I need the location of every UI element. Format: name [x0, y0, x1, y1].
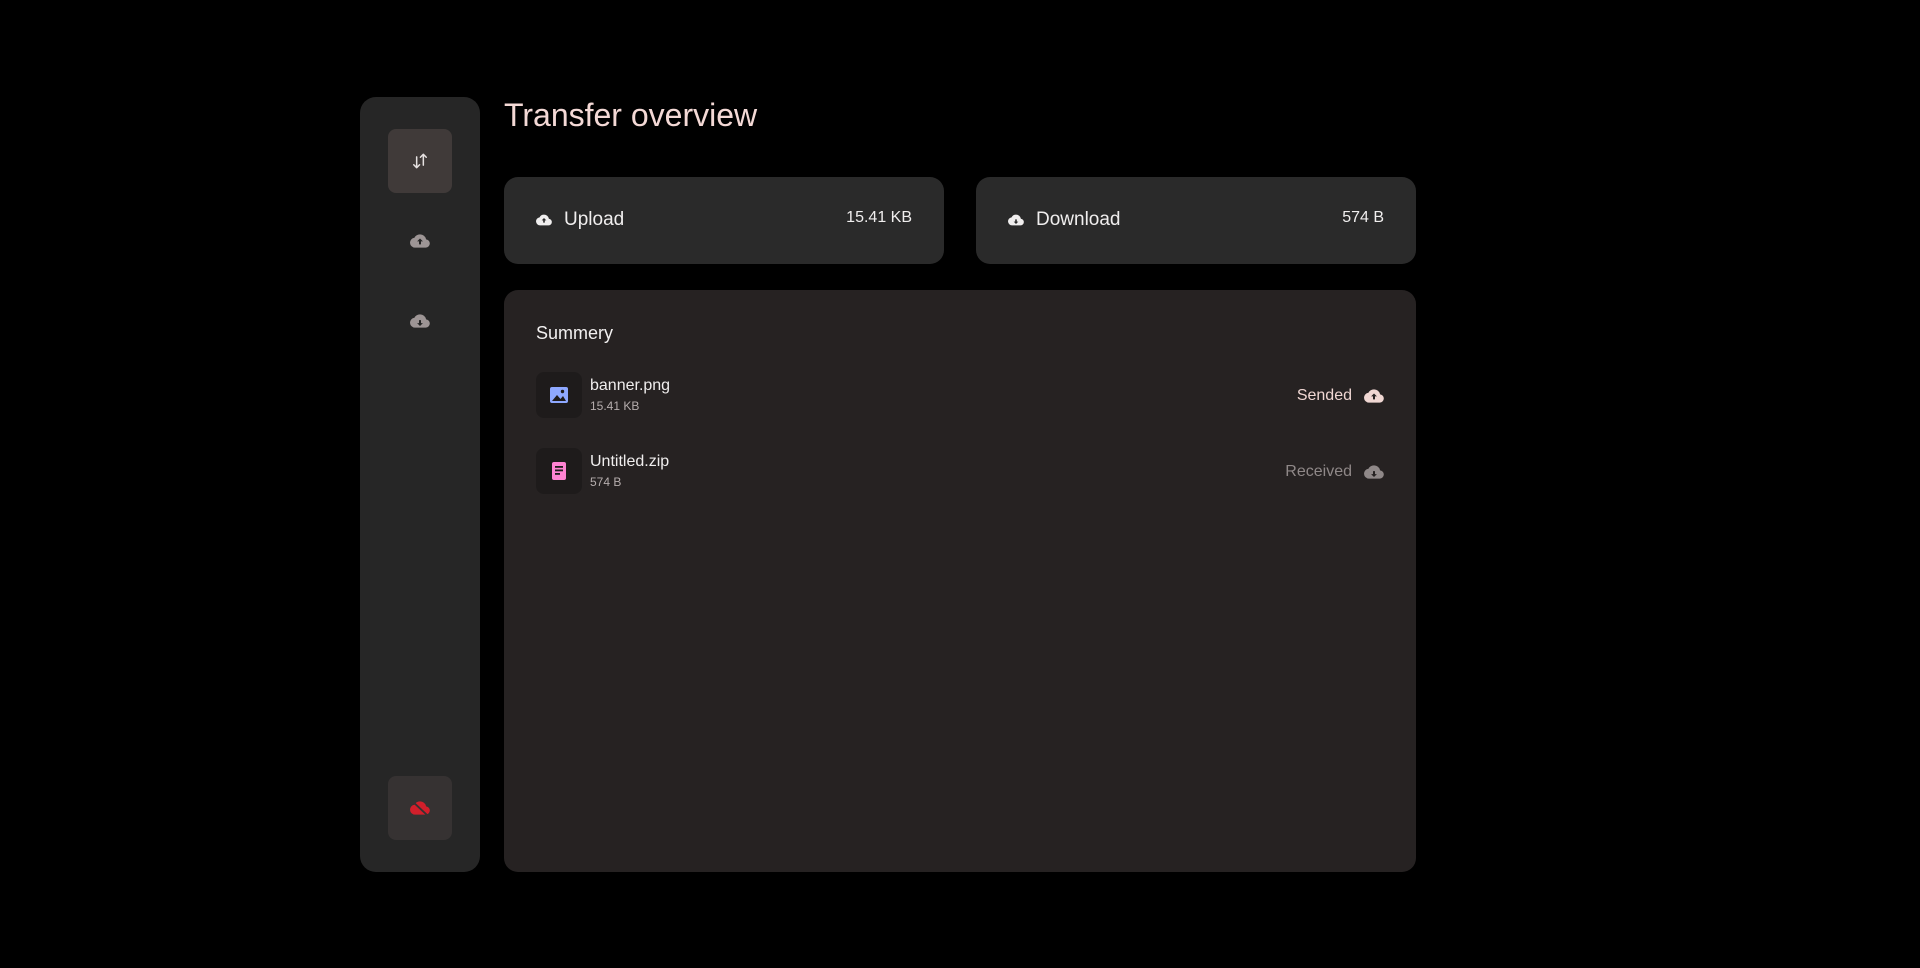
summary-panel: Summery banner.png 15.41 KB Sended Untit… [504, 290, 1416, 872]
download-stat-card: Download 574 B [976, 177, 1416, 264]
swap-vertical-icon [413, 153, 427, 169]
upload-value: 15.41 KB [846, 209, 912, 226]
file-icon-container [536, 448, 582, 494]
cloud-download-icon [1364, 465, 1384, 479]
cloud-upload-icon [410, 234, 430, 248]
file-status: Received [1285, 462, 1384, 482]
file-size: 574 B [590, 475, 622, 489]
file-status: Sended [1297, 386, 1384, 406]
upload-label: Upload [564, 209, 625, 230]
disconnect-button[interactable] [388, 776, 452, 840]
file-size: 15.41 KB [590, 399, 640, 413]
sidebar-item-transfer[interactable] [388, 129, 452, 193]
file-row[interactable]: banner.png 15.41 KB Sended [536, 372, 1384, 418]
file-row[interactable]: Untitled.zip 574 B Received [536, 448, 1384, 494]
document-file-icon [552, 462, 566, 480]
upload-stat-card: Upload 15.41 KB [504, 177, 944, 264]
file-name: banner.png [590, 377, 671, 394]
cloud-upload-icon [1364, 389, 1384, 403]
sidebar-item-download[interactable] [388, 289, 452, 353]
download-value: 574 B [1342, 209, 1384, 226]
download-label: Download [1036, 209, 1121, 230]
cloud-download-icon [1008, 214, 1024, 226]
cloud-upload-icon [536, 214, 552, 226]
file-status-label: Received [1285, 463, 1352, 480]
app-root: Transfer overview Upload 15.41 KB Downlo… [0, 0, 1920, 968]
image-file-icon [550, 387, 568, 403]
cloud-off-icon [410, 801, 430, 816]
summary-title: Summery [536, 323, 614, 343]
file-name: Untitled.zip [590, 453, 670, 470]
sidebar-item-upload[interactable] [388, 209, 452, 273]
file-status-label: Sended [1296, 387, 1352, 404]
page-title: Transfer overview [504, 97, 758, 133]
cloud-download-icon [410, 314, 430, 328]
sidebar [360, 97, 480, 872]
file-icon-container [536, 372, 582, 418]
